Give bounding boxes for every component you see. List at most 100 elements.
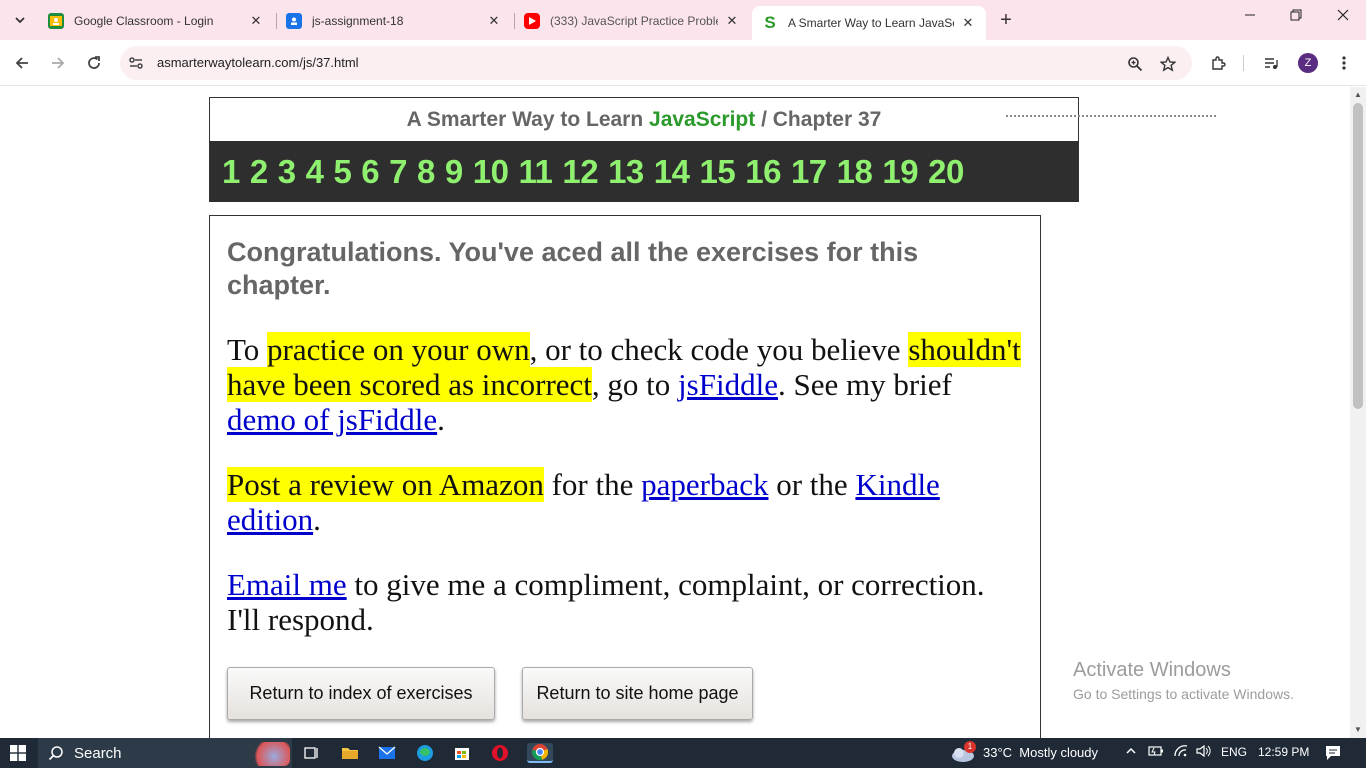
chapter-link-9[interactable]: 9 — [445, 153, 463, 191]
close-window-button[interactable] — [1320, 8, 1366, 32]
scroll-down-icon[interactable]: ▼ — [1354, 725, 1362, 734]
paperback-link[interactable]: paperback — [641, 467, 768, 502]
return-index-button[interactable]: Return to index of exercises — [227, 667, 495, 720]
close-tab-icon[interactable]: ✕ — [248, 13, 264, 29]
chapter-link-7[interactable]: 7 — [389, 153, 407, 191]
tab-js-assignment[interactable]: js-assignment-18 ✕ — [276, 6, 512, 36]
chapter-link-13[interactable]: 13 — [608, 153, 644, 191]
tab-youtube[interactable]: (333) JavaScript Practice Proble ✕ — [514, 6, 750, 36]
close-tab-icon[interactable]: ✕ — [486, 13, 502, 29]
wifi-icon[interactable] — [1173, 745, 1189, 760]
return-home-button[interactable]: Return to site home page — [522, 667, 753, 720]
search-icon — [48, 746, 63, 761]
search-label: Search — [74, 744, 122, 762]
browser-menu-button[interactable] — [1331, 50, 1357, 76]
chapter-link-18[interactable]: 18 — [837, 153, 873, 191]
back-button[interactable] — [9, 50, 35, 76]
youtube-icon — [524, 13, 540, 29]
reload-icon — [88, 56, 100, 69]
arrow-right-icon — [52, 57, 65, 69]
scroll-thumb[interactable] — [1353, 103, 1363, 409]
restore-button[interactable] — [1273, 8, 1319, 32]
classroom-assignment-icon — [286, 13, 302, 29]
chapter-link-11[interactable]: 11 — [518, 153, 552, 191]
weather-text[interactable]: 33°C Mostly cloudy — [983, 745, 1098, 760]
kebab-menu-icon — [1342, 56, 1346, 70]
chapter-link-4[interactable]: 4 — [306, 153, 324, 191]
chapter-link-6[interactable]: 6 — [361, 153, 379, 191]
language-indicator[interactable]: ENG — [1221, 745, 1247, 759]
battery-icon[interactable] — [1148, 745, 1164, 760]
chrome-icon[interactable] — [527, 743, 553, 763]
jsfiddle-link[interactable]: jsFiddle — [678, 367, 778, 402]
notifications-icon[interactable] — [1325, 745, 1341, 764]
email-paragraph: Email me to give me a compliment, compla… — [227, 567, 1023, 637]
chapter-link-8[interactable]: 8 — [417, 153, 435, 191]
file-explorer-icon[interactable] — [340, 743, 360, 763]
scroll-up-icon[interactable]: ▲ — [1354, 90, 1362, 99]
tab-google-classroom[interactable]: Google Classroom - Login ✕ — [38, 6, 274, 36]
close-tab-icon[interactable]: ✕ — [960, 15, 976, 31]
jsfiddle-demo-link[interactable]: demo of jsFiddle — [227, 402, 437, 437]
taskbar-search[interactable]: Search — [38, 738, 292, 768]
text: . — [313, 502, 321, 537]
highlighted-text: practice on your own — [267, 332, 530, 367]
extensions-button[interactable] — [1205, 50, 1231, 76]
site-info-icon[interactable] — [128, 55, 144, 71]
chapter-link-14[interactable]: 14 — [654, 153, 690, 191]
zoom-icon — [1128, 57, 1143, 72]
forward-button[interactable] — [45, 50, 71, 76]
profile-avatar[interactable]: Z — [1298, 53, 1318, 73]
text: . — [437, 402, 445, 437]
puzzle-icon — [1212, 56, 1226, 70]
email-link[interactable]: Email me — [227, 567, 347, 602]
media-controls-button[interactable] — [1258, 50, 1284, 76]
page-title: A Smarter Way to Learn JavaScript / Chap… — [210, 98, 1078, 141]
chapter-link-12[interactable]: 12 — [562, 153, 598, 191]
chapter-link-1[interactable]: 1 — [222, 153, 240, 191]
bookmark-button[interactable] — [1158, 54, 1178, 74]
microsoft-store-icon[interactable] — [452, 743, 472, 763]
tab-title: A Smarter Way to Learn JavaSc — [788, 16, 954, 30]
chapter-link-15[interactable]: 15 — [700, 153, 736, 191]
star-icon — [1160, 56, 1176, 72]
chapter-link-10[interactable]: 10 — [473, 153, 509, 191]
chapter-link-3[interactable]: 3 — [278, 153, 296, 191]
clock[interactable]: 12:59 PM — [1258, 745, 1309, 759]
volume-icon[interactable] — [1196, 744, 1212, 760]
minimize-button[interactable] — [1227, 8, 1273, 32]
chapter-link-19[interactable]: 19 — [882, 153, 918, 191]
opera-icon[interactable] — [490, 743, 510, 763]
reload-button[interactable] — [81, 50, 107, 76]
task-view-icon[interactable] — [302, 743, 322, 763]
chapter-link-2[interactable]: 2 — [250, 153, 268, 191]
media-queue-icon — [1265, 58, 1278, 69]
weather-widget[interactable]: 1 — [950, 741, 976, 768]
text: or the — [768, 467, 856, 502]
minimize-icon — [1245, 14, 1255, 16]
new-tab-button[interactable]: + — [994, 9, 1018, 33]
chapter-nav: 1 2 3 4 5 6 7 8 9 10 11 12 13 14 15 16 17 18 19 20 — [210, 141, 1078, 202]
close-tab-icon[interactable]: ✕ — [724, 13, 740, 29]
windows-start-icon[interactable] — [10, 745, 26, 761]
chevron-up-icon[interactable] — [1125, 745, 1137, 760]
url-text[interactable]: asmarterwaytolearn.com/js/37.html — [157, 55, 359, 70]
tab-search-button[interactable] — [6, 6, 34, 34]
browser-toolbar: asmarterwaytolearn.com/js/37.html Z — [0, 40, 1366, 86]
tab-smarter-way[interactable]: S A Smarter Way to Learn JavaSc ✕ — [752, 6, 986, 40]
zoom-button[interactable] — [1125, 54, 1145, 74]
chapter-link-17[interactable]: 17 — [791, 153, 827, 191]
chapter-link-16[interactable]: 16 — [745, 153, 781, 191]
address-bar[interactable]: asmarterwaytolearn.com/js/37.html — [120, 46, 1192, 80]
review-paragraph: Post a review on Amazon for the paperbac… — [227, 467, 1023, 537]
weather-badge: 1 — [964, 741, 976, 753]
edge-icon[interactable] — [415, 743, 435, 763]
highlighted-text: Post a review on Amazon — [227, 467, 544, 502]
tab-strip: Google Classroom - Login ✕ js-assignment… — [0, 0, 1366, 40]
mail-icon[interactable] — [377, 743, 397, 763]
text: To — [227, 332, 268, 367]
vertical-scrollbar[interactable]: ▲ ▼ — [1350, 87, 1366, 738]
chevron-down-icon — [15, 17, 25, 24]
chapter-link-5[interactable]: 5 — [333, 153, 351, 191]
chapter-link-20[interactable]: 20 — [928, 153, 964, 191]
